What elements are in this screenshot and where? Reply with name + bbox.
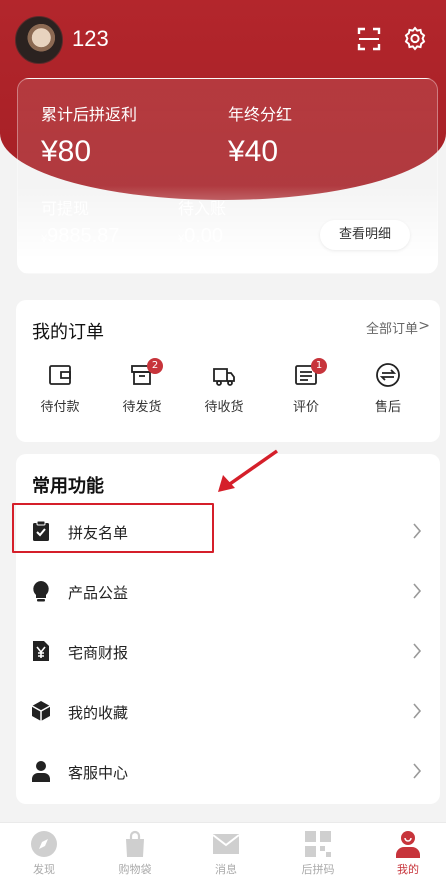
order-pending-receipt[interactable]: 待收货: [194, 362, 254, 432]
chevron-right-icon: [413, 763, 422, 779]
tab-messages[interactable]: 消息: [196, 829, 256, 877]
lightbulb-icon: [33, 581, 49, 602]
order-pending-shipment[interactable]: 2 待发货: [112, 358, 172, 432]
truck-icon: [213, 368, 235, 386]
order-badge: 1: [311, 358, 327, 374]
order-item-label: 待发货: [122, 400, 162, 415]
compass-icon: [31, 831, 57, 857]
tab-label: 我的: [397, 863, 419, 876]
tab-label: 消息: [215, 863, 237, 876]
annotation-arrow-icon: [218, 449, 279, 492]
feature-row-favorites[interactable]: 我的收藏: [16, 682, 440, 742]
feature-label: 产品公益: [68, 584, 129, 602]
feature-row-product-charity[interactable]: 产品公益: [16, 562, 440, 622]
orders-title: 我的订单: [32, 322, 104, 343]
chevron-right-icon: [413, 643, 422, 659]
cube-icon: [31, 701, 51, 721]
order-item-label: 待收货: [204, 400, 244, 415]
exchange-icon: [376, 363, 400, 387]
earnings-card: 累计后拼返利 ¥80 年终分红 ¥40 可提现 ¥9885.87 待入账 ¥0.…: [17, 78, 438, 274]
feature-label: 客服中心: [68, 764, 129, 782]
all-orders-link[interactable]: 全部订单: [366, 318, 418, 337]
tab-profile[interactable]: 我的: [378, 829, 438, 877]
cumulative-rebate-label: 累计后拼返利: [41, 105, 138, 124]
withdrawable-label: 可提现: [41, 199, 90, 218]
year-end-dividend-label: 年终分红: [228, 105, 293, 124]
tab-label: 购物袋: [118, 863, 152, 876]
highlight-box: [12, 503, 214, 553]
user-icon: [396, 831, 420, 858]
order-badge: 2: [147, 358, 163, 374]
mail-icon: [212, 834, 240, 854]
cumulative-rebate-value: ¥80: [41, 135, 92, 168]
order-after-sales[interactable]: 售后: [358, 362, 418, 432]
gear-icon[interactable]: [402, 26, 428, 52]
shopping-bag-icon: [126, 830, 144, 857]
pending-value: 0.00: [184, 225, 224, 247]
features-title: 常用功能: [32, 476, 104, 497]
username: 123: [72, 26, 109, 51]
feature-label: 宅商财报: [68, 644, 129, 662]
tab-label: 发现: [33, 863, 55, 876]
tab-discover[interactable]: 发现: [14, 829, 74, 877]
feature-label: 我的收藏: [68, 704, 129, 722]
withdrawable-amount: ¥9885.87: [41, 225, 119, 248]
bottom-tab-bar: 发现 购物袋 消息 后拼码 我的: [0, 822, 446, 886]
feature-row-financial-report[interactable]: 宅商财报: [16, 622, 440, 682]
pending-amount: ¥0.00: [178, 225, 223, 248]
chevron-right-icon: [413, 523, 422, 539]
chevron-right-icon: [413, 583, 422, 599]
top-bar: 123: [0, 0, 446, 80]
avatar[interactable]: [15, 16, 63, 64]
chevron-right-icon: >: [418, 318, 430, 334]
wallet-icon: [49, 365, 71, 385]
tab-shopping-bag[interactable]: 购物袋: [105, 829, 165, 877]
feature-row-customer-service[interactable]: 客服中心: [16, 742, 440, 802]
scan-icon[interactable]: [356, 26, 382, 52]
orders-panel: 我的订单 全部订单 > 待付款 2 待发货 待收货 1 评价 售后: [16, 300, 440, 442]
pending-label: 待入账: [178, 199, 227, 218]
person-icon: [32, 761, 50, 782]
tab-label: 后拼码: [301, 863, 335, 876]
order-pending-payment[interactable]: 待付款: [30, 362, 90, 432]
order-item-label: 评价: [292, 400, 319, 415]
order-item-label: 售后: [374, 400, 401, 415]
tab-qr-code[interactable]: 后拼码: [288, 829, 348, 877]
year-end-dividend-value: ¥40: [228, 135, 279, 168]
order-item-label: 待付款: [40, 400, 80, 415]
withdrawable-value: 9885.87: [47, 225, 120, 247]
yen-document-icon: [33, 641, 49, 661]
order-review[interactable]: 1 评价: [276, 358, 336, 432]
qr-code-icon: [305, 831, 331, 857]
chevron-right-icon: [413, 703, 422, 719]
view-details-button[interactable]: 查看明细: [320, 220, 410, 250]
